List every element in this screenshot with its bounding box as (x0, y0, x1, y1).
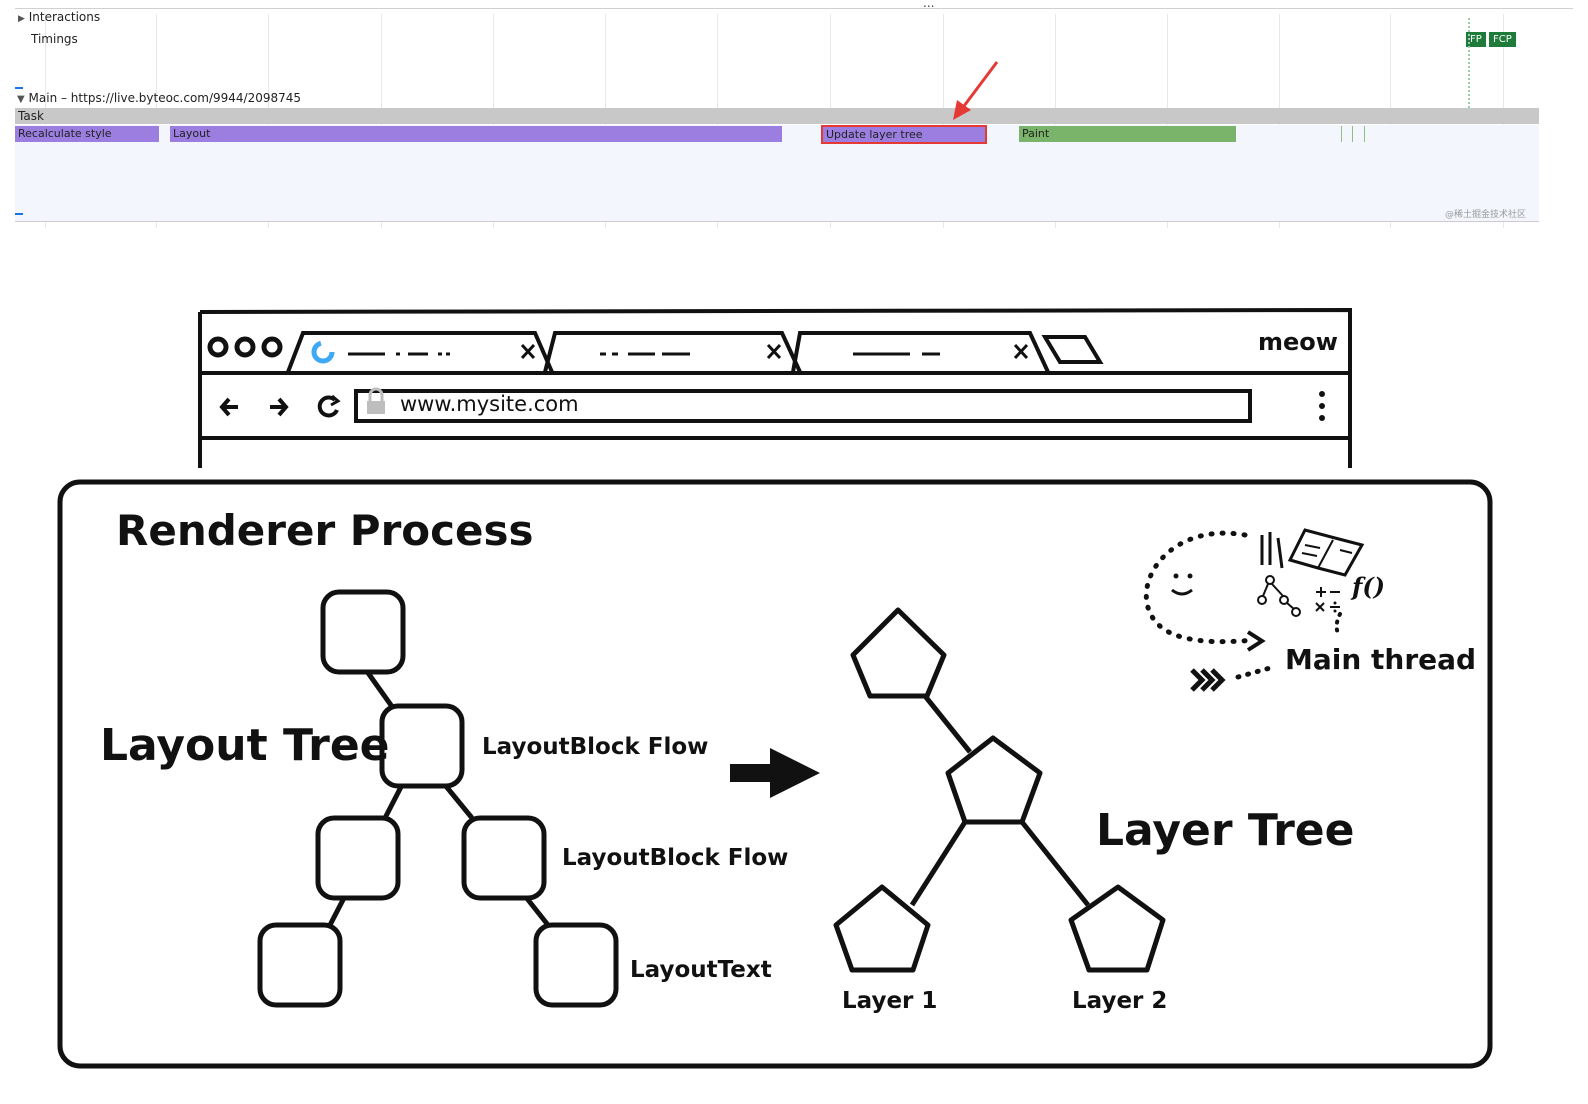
watermark: @稀土掘金技术社区 (1445, 210, 1527, 220)
layer-2-label: Layer 2 (1072, 988, 1168, 1014)
collapse-triangle-icon: ▼ (17, 94, 25, 105)
interactions-label: Interactions (28, 10, 101, 24)
expand-triangle-icon: ▶ (18, 14, 25, 24)
timings-label[interactable]: Timings (31, 32, 78, 46)
red-arrow-icon (953, 61, 999, 120)
layoutblock-flow-label-2: LayoutBlock Flow (562, 845, 789, 871)
renderer-title: Renderer Process (116, 506, 534, 555)
paint-bar[interactable]: Paint (1019, 126, 1236, 142)
url-text[interactable]: www.mysite.com (400, 392, 579, 416)
layer-1-label: Layer 1 (842, 988, 938, 1014)
update-layer-tree-bar[interactable]: Update layer tree (821, 125, 987, 144)
layout-bar[interactable]: Layout (170, 126, 782, 142)
interactions-track[interactable]: ▶ Interactions (18, 10, 100, 24)
task-bar[interactable]: Task (15, 108, 1539, 124)
function-glyph: f() (1352, 572, 1386, 601)
layoutblock-flow-label-1: LayoutBlock Flow (482, 734, 709, 760)
performance-panel: ... ▶ Interactions Timings FP FCP ▼ Main… (15, 0, 1573, 232)
browser-brand: meow (1258, 328, 1338, 356)
main-track-label: Main – https://live.byteoc.com/9944/2098… (28, 91, 302, 105)
recalculate-style-bar[interactable]: Recalculate style (15, 126, 159, 142)
main-thread-track[interactable]: ▼ Main – https://live.byteoc.com/9944/20… (17, 91, 301, 105)
overflow-menu-dots[interactable]: ... (923, 0, 934, 10)
layer-tree-label: Layer Tree (1096, 805, 1355, 856)
layout-tree-label: Layout Tree (100, 720, 390, 771)
renderer-illustration: meow www.mysite.com Renderer Process Lay… (0, 240, 1588, 1104)
layouttext-label: LayoutText (630, 957, 772, 983)
fcp-marker[interactable]: FCP (1489, 32, 1516, 47)
main-thread-label: Main thread (1285, 643, 1477, 676)
small-events (1341, 126, 1365, 142)
